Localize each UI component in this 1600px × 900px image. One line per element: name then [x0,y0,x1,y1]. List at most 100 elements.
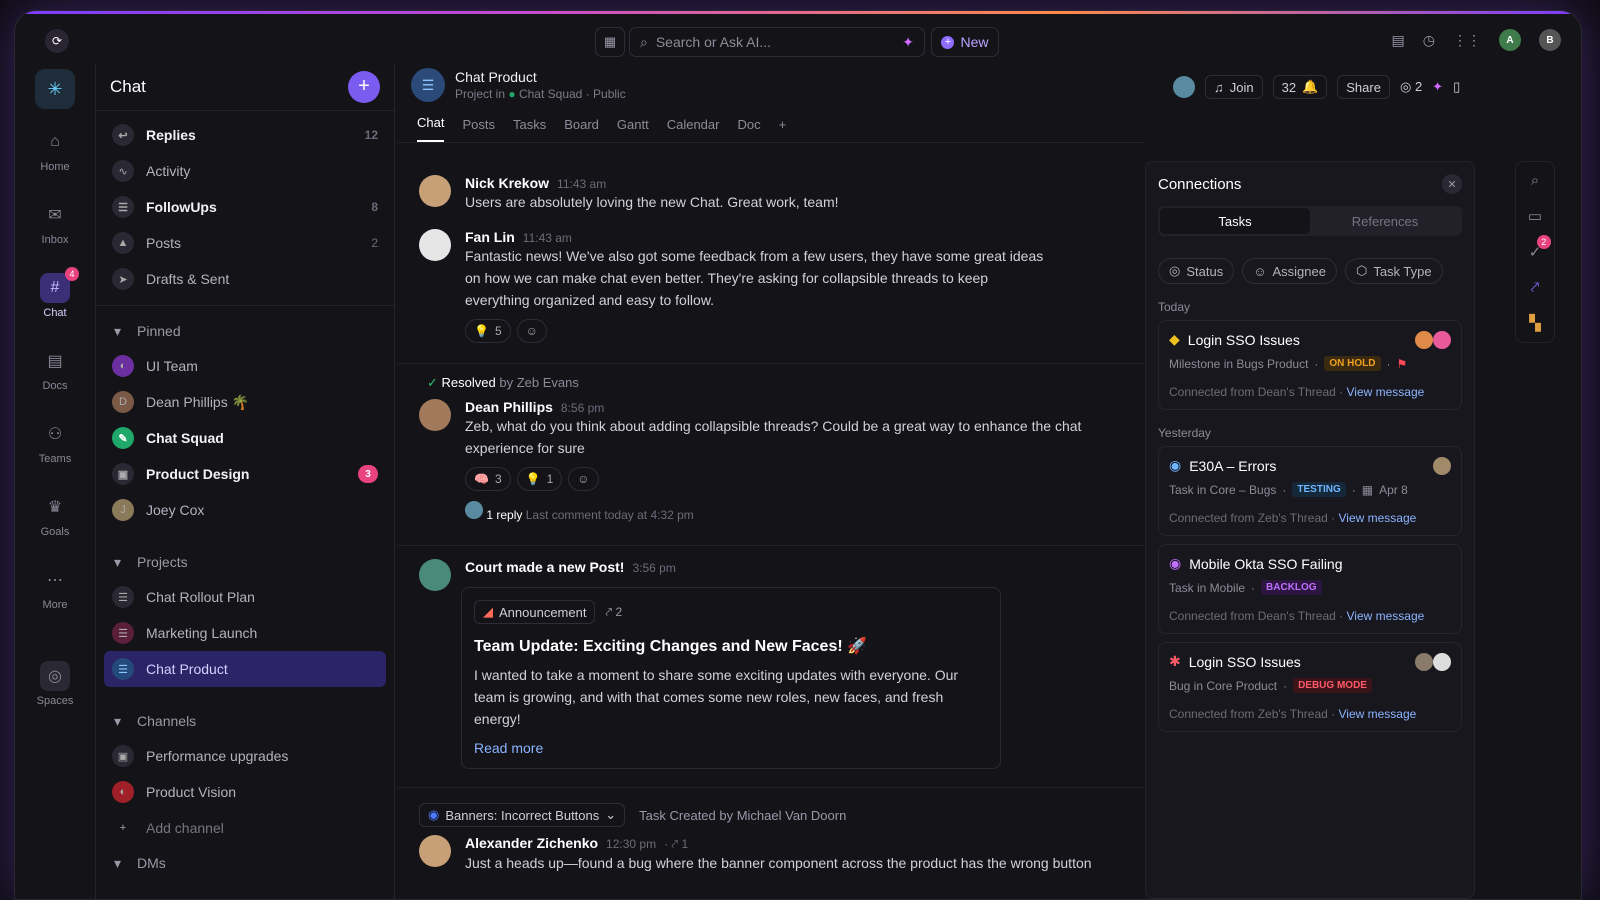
rail-goals[interactable]: ♛ Goals [31,492,79,538]
brain-icon: 🧠 [474,472,489,486]
read-more-link[interactable]: Read more [474,740,988,756]
section-label: Projects [137,554,188,570]
channels-section-toggle[interactable]: ▾ Channels [104,704,386,738]
filter-assignee[interactable]: ☺ Assignee [1242,258,1337,284]
caret-down-icon: ▾ [114,322,122,339]
thread-summary[interactable]: 1 reply Last comment today at 4:32 pm [465,501,1105,522]
chat-sidebar: Chat + ↩ Replies 12 ∿ Activity ☰ FollowUps 8 … [95,63,395,899]
add-view-icon[interactable]: + [779,117,787,142]
add-channel-button[interactable]: + Add channel [104,810,386,846]
sidebar-item-activity[interactable]: ∿ Activity [104,153,386,189]
replies-icon: ↩ [112,124,134,146]
sidebar-item-replies[interactable]: ↩ Replies 12 [104,117,386,153]
ai-sparkle-icon[interactable]: ✦ [902,34,914,51]
share-button[interactable]: Share [1337,75,1390,99]
connection-card[interactable]: ✱ Login SSO Issues Bug in Core Product · DE… [1158,642,1462,732]
tab-board[interactable]: Board [564,117,599,142]
tab-doc[interactable]: Doc [737,117,760,142]
rail-inbox[interactable]: ✉ Inbox [31,200,79,246]
tab-tasks[interactable]: Tasks [513,117,546,142]
search-icon[interactable]: ⌕ [1531,172,1539,189]
task-chip[interactable]: ◉ Banners: Incorrect Buttons ⌄ [419,803,626,827]
card-subtitle: Task in Core – Bugs [1169,482,1277,497]
post-card[interactable]: ◢ Announcement ⤤ 2 Team Update: Exciting … [461,587,1001,769]
breadcrumb-space[interactable]: Chat Squad [519,87,582,101]
profile-avatar[interactable]: B [1539,29,1561,51]
apps-icon[interactable]: ▚ [1529,314,1541,332]
rail-teams[interactable]: ⚇ Teams [31,419,79,465]
reaction-brain[interactable]: 🧠 3 [465,467,511,491]
rail-chat[interactable]: # Chat 4 [31,267,79,319]
tab-chat[interactable]: Chat [417,115,445,142]
author-name[interactable]: Alexander Zichenko [465,835,598,851]
filter-task-type[interactable]: ⬡ Task Type [1344,258,1443,284]
connection-card[interactable]: ◉ E30A – Errors Task in Core – Bugs · TESTI… [1158,446,1462,536]
new-chat-button[interactable]: + [348,70,380,103]
sidebar-item-chat-squad[interactable]: ✎ Chat Squad [104,420,386,456]
author-name[interactable]: Fan Lin [465,229,515,245]
ai-icon[interactable]: ✦ [1432,79,1443,95]
user-avatar[interactable]: A [1499,29,1521,51]
sidebar-item-performance[interactable]: ▣ Performance upgrades [104,738,386,774]
view-message-link[interactable]: View message [1339,511,1417,525]
connection-card[interactable]: ◉ Mobile Okta SSO Failing Task in Mobile ·… [1158,544,1462,634]
message-text: Zeb, what do you think about adding coll… [465,418,1082,456]
calendar-icon[interactable]: ▦ [595,27,625,57]
workspace-icon[interactable]: ✳ [35,69,75,109]
watchers[interactable]: ◎ 2 [1400,79,1422,95]
sidebar-item-dean-phillips[interactable]: D Dean Phillips 🌴 [104,384,386,420]
add-reaction-icon[interactable]: ☺ [516,319,547,343]
sidebar-item-drafts[interactable]: ➤ Drafts & Sent [104,261,386,297]
view-message-link[interactable]: View message [1347,609,1425,623]
new-button[interactable]: + New [931,27,999,57]
dms-section-toggle[interactable]: ▾ DMs [104,846,386,880]
filter-status[interactable]: ◎ Status [1158,258,1235,284]
sidebar-item-product-vision[interactable]: ◐ Product Vision [104,774,386,810]
pinned-section-toggle[interactable]: ▾ Pinned [104,314,386,348]
rail-docs[interactable]: ▤ Docs [31,346,79,392]
reaction-bulb[interactable]: 💡 1 [516,467,563,491]
rail-spaces[interactable]: ◎ Spaces [31,661,79,707]
rail-home[interactable]: ⌂ Home [31,127,79,173]
reply-count[interactable]: 1 reply [486,508,522,522]
tab-calendar[interactable]: Calendar [667,117,720,142]
rail-label: Goals [40,526,70,538]
view-message-link[interactable]: View message [1347,385,1425,399]
chat-squad-icon: ✎ [112,427,134,449]
sidebar-item-joey-cox[interactable]: J Joey Cox [104,492,386,528]
member-count-button[interactable]: 32 🔔 [1272,75,1328,99]
tasks-icon[interactable]: ✓ 2 [1529,235,1551,261]
sidebar-item-followups[interactable]: ☰ FollowUps 8 [104,189,386,225]
projects-section-toggle[interactable]: ▾ Projects [104,545,386,579]
rail-more[interactable]: ⋯ More [31,565,79,611]
tab-gantt[interactable]: Gantt [617,117,649,142]
connections-icon[interactable]: ⤤ [1531,279,1539,296]
join-button[interactable]: ♫ Join [1205,75,1263,99]
reaction-bulb[interactable]: 💡 5 [465,319,511,343]
add-reaction-icon[interactable]: ☺ [568,467,599,491]
sidebar-item-chat-rollout[interactable]: ☰ Chat Rollout Plan [104,579,386,615]
app-logo-icon[interactable]: ⟳ [45,29,69,53]
sidebar-item-chat-product[interactable]: ☰ Chat Product [104,651,386,687]
sidebar-item-ui-team[interactable]: ◐ UI Team [104,348,386,384]
timer-icon[interactable]: ◷ [1423,32,1435,49]
tab-tasks[interactable]: Tasks [1160,208,1310,234]
sidebar-item-posts[interactable]: ▲ Posts 2 [104,225,386,261]
close-icon[interactable]: ✕ [1442,174,1462,194]
tab-posts[interactable]: Posts [462,117,495,142]
author-name[interactable]: Dean Phillips [465,399,553,415]
panel-toggle-icon[interactable]: ▯ [1453,79,1460,95]
search-input[interactable]: ⌕ Search or Ask AI... ✦ [629,27,925,57]
view-message-link[interactable]: View message [1339,707,1417,721]
author-name[interactable]: Court made a new Post! [465,559,624,575]
connection-card[interactable]: ◆ Login SSO Issues Milestone in Bugs Prod… [1158,320,1462,410]
apps-grid-icon[interactable]: ⋮⋮ [1453,32,1481,49]
notepad-icon[interactable]: ▤ [1392,32,1405,49]
sidebar-item-marketing-launch[interactable]: ☰ Marketing Launch [104,615,386,651]
author-name[interactable]: Nick Krekow [465,175,549,191]
rail-label: Home [40,161,70,173]
tab-references[interactable]: References [1310,208,1460,234]
comment-icon[interactable]: ▭ [1528,207,1542,225]
item-label: Replies [146,127,196,143]
sidebar-item-product-design[interactable]: ▣ Product Design 3 [104,456,386,492]
